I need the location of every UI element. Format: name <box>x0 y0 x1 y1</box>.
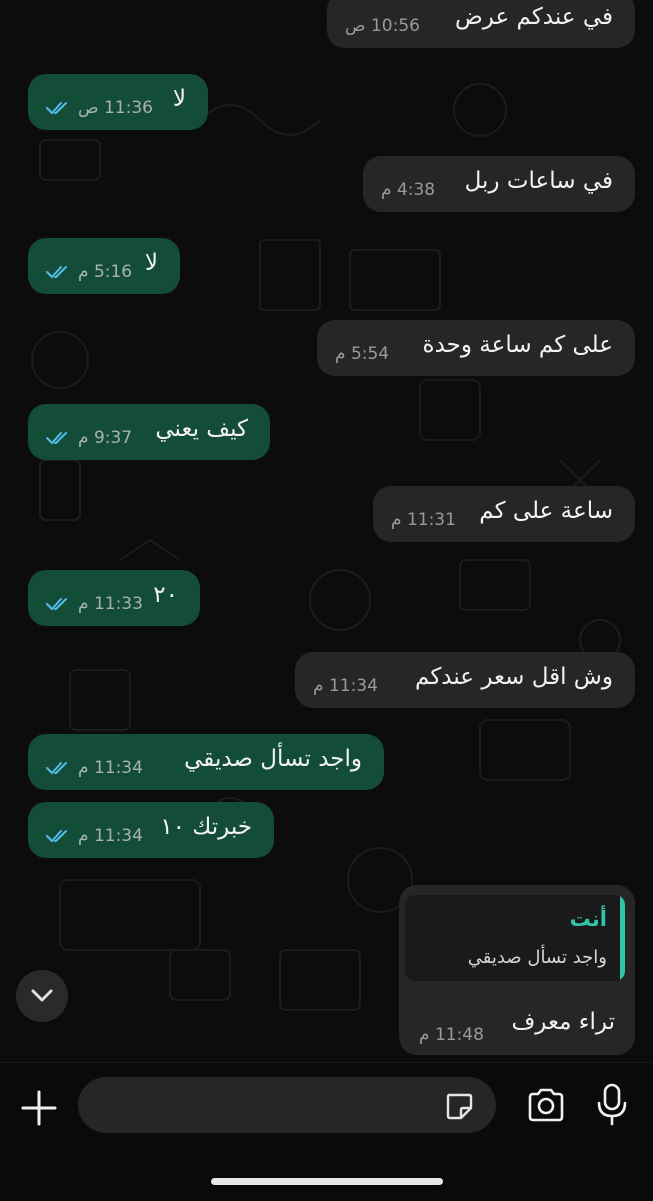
sticker-icon[interactable] <box>444 1091 474 1121</box>
message-timestamp: 11:34 م <box>78 758 143 778</box>
outgoing-message-bubble[interactable]: لا 11:36 ص <box>28 74 208 130</box>
message-timestamp: 5:54 م <box>335 344 390 364</box>
message-text: لا <box>144 250 158 276</box>
message-timestamp: 11:34 م <box>313 676 378 696</box>
message-text: ساعة على كم <box>479 498 613 524</box>
message-meta: 11:31 م <box>391 510 456 530</box>
message-timestamp: 10:56 ص <box>345 16 420 36</box>
message-timestamp: 9:37 م <box>78 428 133 448</box>
message-text: لا <box>172 86 186 112</box>
outgoing-message-bubble[interactable]: خبرتك ١٠ 11:34 م <box>28 802 274 858</box>
incoming-message-bubble[interactable]: وش اقل سعر عندكم 11:34 م <box>295 652 635 708</box>
double-check-icon <box>46 598 67 611</box>
message-timestamp: 4:38 م <box>381 180 436 200</box>
message-meta: 9:37 م <box>46 428 132 448</box>
double-check-icon <box>46 102 67 115</box>
message-text: ٢٠ <box>153 582 178 608</box>
quoted-message[interactable]: أنت واجد تسأل صديقي <box>405 895 625 981</box>
outgoing-message-bubble[interactable]: واجد تسأل صديقي 11:34 م <box>28 734 384 790</box>
quote-accent-bar <box>620 895 625 981</box>
message-meta: 11:34 م <box>46 826 143 846</box>
message-text: خبرتك ١٠ <box>160 814 252 840</box>
message-timestamp: 11:34 م <box>78 826 143 846</box>
home-indicator <box>211 1178 443 1185</box>
quote-author: أنت <box>569 907 607 931</box>
message-meta: 4:38 م <box>381 180 435 200</box>
message-timestamp: 11:36 ص <box>78 98 153 118</box>
double-check-icon <box>46 432 67 445</box>
outgoing-message-bubble[interactable]: ٢٠ 11:33 م <box>28 570 200 626</box>
message-text: على كم ساعة وحدة <box>422 332 613 358</box>
message-timestamp: 5:16 م <box>78 262 133 282</box>
message-meta: 5:16 م <box>46 262 132 282</box>
reply-text: تراء معرف <box>511 1009 615 1035</box>
plus-icon[interactable] <box>20 1089 58 1127</box>
outgoing-message-bubble[interactable]: لا 5:16 م <box>28 238 180 294</box>
message-meta: 11:34 م <box>46 758 143 778</box>
message-meta: 5:54 م <box>335 344 389 364</box>
outgoing-message-bubble[interactable]: كيف يعني 9:37 م <box>28 404 270 460</box>
incoming-message-bubble[interactable]: في عندكم عرض 10:56 ص <box>327 0 635 48</box>
message-meta: 11:36 ص <box>46 98 153 118</box>
double-check-icon <box>46 266 67 279</box>
message-meta: 11:33 م <box>46 594 143 614</box>
message-input[interactable] <box>78 1077 496 1133</box>
message-meta: 11:34 م <box>313 676 378 696</box>
incoming-message-bubble[interactable]: ساعة على كم 11:31 م <box>373 486 635 542</box>
message-meta: 10:56 ص <box>345 16 420 36</box>
double-check-icon <box>46 762 67 775</box>
incoming-message-bubble[interactable]: على كم ساعة وحدة 5:54 م <box>317 320 635 376</box>
camera-icon[interactable] <box>526 1087 566 1123</box>
microphone-icon[interactable] <box>594 1083 630 1127</box>
scroll-to-bottom-button[interactable] <box>16 970 68 1022</box>
message-text: في عندكم عرض <box>454 4 613 30</box>
message-timestamp: 11:31 م <box>391 510 456 530</box>
chevron-down-icon <box>31 989 53 1002</box>
message-text: وش اقل سعر عندكم <box>415 664 613 690</box>
quote-text: واجد تسأل صديقي <box>467 947 607 968</box>
incoming-message-bubble[interactable]: في ساعات ربل 4:38 م <box>363 156 635 212</box>
message-text: واجد تسأل صديقي <box>184 746 362 772</box>
message-text: كيف يعني <box>155 416 248 442</box>
reply-message-bubble[interactable]: أنت واجد تسأل صديقي تراء معرف 11:48 م <box>399 885 635 1055</box>
message-text: في ساعات ربل <box>464 168 613 194</box>
message-timestamp: 11:33 م <box>78 594 143 614</box>
double-check-icon <box>46 830 67 843</box>
reply-timestamp: 11:48 م <box>419 1025 484 1045</box>
